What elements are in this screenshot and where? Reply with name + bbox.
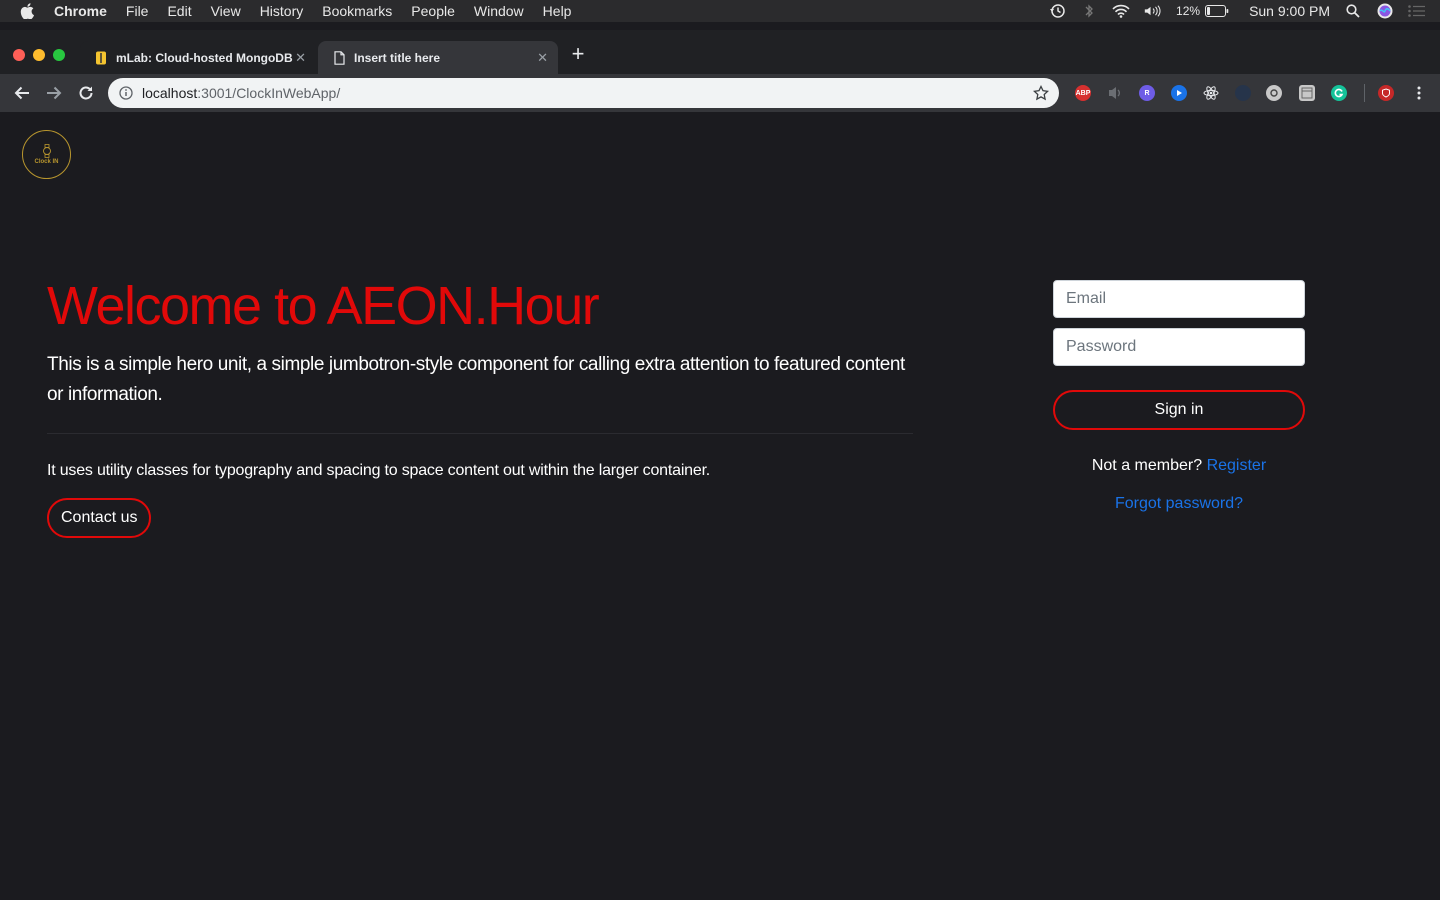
window-controls: [13, 49, 73, 61]
notification-center-icon[interactable]: [1408, 3, 1426, 19]
menubar-status-area: 12% Sun 9:00 PM: [1048, 0, 1440, 22]
camera-icon[interactable]: [1266, 85, 1282, 101]
tab-title: mLab: Cloud-hosted MongoDB: [116, 50, 293, 65]
forgot-password-line: Forgot password?: [1053, 495, 1305, 513]
sound-icon[interactable]: [1107, 85, 1123, 101]
sign-in-button[interactable]: Sign in: [1053, 390, 1305, 430]
logo-text: Clock IN: [34, 159, 59, 165]
new-tab-button[interactable]: +: [566, 43, 590, 67]
menu-file[interactable]: File: [126, 3, 149, 19]
hero-jumbotron: Welcome to AEON.Hour This is a simple he…: [47, 274, 917, 538]
forgot-password-link[interactable]: Forgot password?: [1115, 495, 1243, 512]
menu-people[interactable]: People: [411, 3, 455, 19]
play-icon[interactable]: [1171, 85, 1187, 101]
battery-percent: 12%: [1176, 4, 1201, 18]
browser-tab-strip: mLab: Cloud-hosted MongoDB ✕ Insert titl…: [0, 30, 1440, 74]
forward-button[interactable]: [44, 83, 64, 103]
minimize-window-button[interactable]: [33, 49, 45, 61]
url-host: localhost: [142, 85, 198, 101]
menu-app-name[interactable]: Chrome: [54, 3, 107, 19]
address-bar[interactable]: localhost:3001/ClockInWebApp/: [108, 78, 1059, 108]
hero-divider: [47, 433, 913, 434]
page-icon: [332, 50, 346, 65]
battery-status[interactable]: 12%: [1176, 3, 1229, 19]
menu-history[interactable]: History: [260, 3, 304, 19]
react-icon[interactable]: [1203, 85, 1219, 101]
chrome-menu-icon[interactable]: [1412, 85, 1426, 101]
tab-insert-title[interactable]: Insert title here ✕: [318, 41, 558, 74]
not-member-line: Not a member? Register: [1053, 457, 1305, 475]
hero-title: Welcome to AEON.Hour: [47, 276, 600, 336]
menu-help[interactable]: Help: [543, 3, 572, 19]
menu-view[interactable]: View: [211, 3, 241, 19]
siri-icon[interactable]: [1376, 3, 1394, 19]
page-content: Clock IN Welcome to AEON.Hour This is a …: [0, 112, 1440, 900]
url-path: :3001/ClockInWebApp/: [197, 85, 341, 101]
apple-icon[interactable]: [20, 3, 34, 19]
window-icon[interactable]: [1299, 85, 1315, 101]
tab-mlab[interactable]: mLab: Cloud-hosted MongoDB ✕: [80, 41, 316, 74]
site-info-icon[interactable]: [119, 86, 133, 100]
clock-in-logo[interactable]: Clock IN: [22, 130, 71, 179]
close-window-button[interactable]: [13, 49, 25, 61]
hero-description: It uses utility classes for typography a…: [47, 462, 711, 479]
grammarly-icon[interactable]: [1331, 85, 1347, 101]
not-member-text: Not a member?: [1091, 457, 1207, 474]
toolbar-divider: [1364, 84, 1365, 102]
dark-extension-icon[interactable]: [1235, 85, 1251, 101]
adblock-icon[interactable]: ABP: [1075, 85, 1091, 101]
wifi-icon[interactable]: [1112, 3, 1130, 19]
bookmark-star-icon[interactable]: [1032, 84, 1050, 101]
login-form: Sign in Not a member? Register Forgot pa…: [1053, 280, 1305, 513]
watch-icon: [42, 144, 51, 158]
menu-edit[interactable]: Edit: [167, 3, 191, 19]
browser-toolbar: localhost:3001/ClockInWebApp/ ABP R: [0, 74, 1440, 112]
battery-icon: [1205, 3, 1229, 19]
menu-bookmarks[interactable]: Bookmarks: [322, 3, 392, 19]
register-link[interactable]: Register: [1207, 457, 1267, 474]
shield-extension-icon[interactable]: [1378, 85, 1394, 101]
close-tab-icon[interactable]: ✕: [295, 50, 306, 66]
password-field[interactable]: [1053, 328, 1305, 366]
contact-us-button[interactable]: Contact us: [47, 498, 152, 538]
spotlight-search-icon[interactable]: [1344, 3, 1362, 19]
mlab-icon: [94, 51, 108, 65]
r-extension-icon[interactable]: R: [1139, 85, 1155, 101]
close-tab-icon[interactable]: ✕: [537, 50, 548, 66]
reload-button[interactable]: [76, 83, 96, 103]
bluetooth-icon[interactable]: [1080, 3, 1098, 19]
menu-window[interactable]: Window: [474, 3, 524, 19]
back-button[interactable]: [12, 83, 32, 103]
email-field[interactable]: [1053, 280, 1305, 318]
macos-menu-bar: Chrome File Edit View History Bookmarks …: [0, 0, 1440, 22]
clock-text[interactable]: Sun 9:00 PM: [1249, 3, 1330, 19]
time-machine-icon[interactable]: [1048, 3, 1066, 19]
volume-icon[interactable]: [1144, 3, 1162, 19]
maximize-window-button[interactable]: [53, 49, 65, 61]
tab-title: Insert title here: [354, 50, 441, 65]
hero-lead: This is a simple hero unit, a simple jum…: [47, 354, 905, 405]
